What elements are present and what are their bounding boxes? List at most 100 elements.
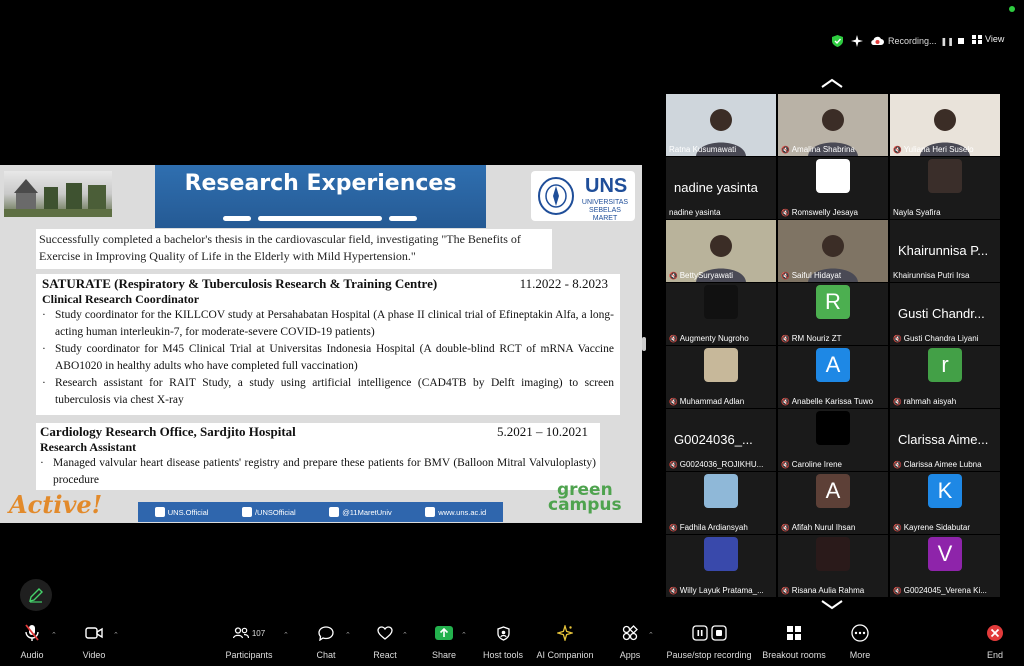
participant-tile[interactable]: 🔇 Augmenty Nugroho	[666, 283, 776, 345]
participant-name: 🔇 Caroline Irene	[781, 460, 842, 469]
participant-tile[interactable]: 🔇 Saiful Hidayat	[778, 220, 888, 282]
participant-tile[interactable]: 🔇 Risana Aulia Rahma	[778, 535, 888, 597]
participant-tile[interactable]: Nayla Syafira	[890, 157, 1000, 219]
participant-tile[interactable]: Ratna Kusumawati	[666, 94, 776, 156]
participant-tile[interactable]: 🔇 Muhammad Adlan	[666, 346, 776, 408]
participant-tile[interactable]: V 🔇 G0024045_Verena Ki...	[890, 535, 1000, 597]
participant-tile[interactable]: r 🔇 rahmah aisyah	[890, 346, 1000, 408]
shield-icon[interactable]	[832, 35, 843, 47]
mic-muted-icon: 🔇	[669, 398, 678, 406]
uns-logo-text: UNS	[585, 175, 628, 197]
campus-photo	[4, 171, 112, 217]
react-options-caret[interactable]: ⌃	[402, 631, 408, 639]
mic-muted-icon: 🔇	[893, 524, 902, 532]
participant-name: 🔇 rahmah aisyah	[893, 397, 957, 406]
end-meeting-button[interactable]: End	[982, 622, 1008, 666]
share-label: Share	[431, 650, 457, 660]
participant-tile[interactable]: K 🔇 Kayrene Sidabutar	[890, 472, 1000, 534]
split-view-handle[interactable]	[642, 337, 646, 351]
participant-tile[interactable]: R 🔇 RM Nouriz ZT	[778, 283, 888, 345]
participant-tile[interactable]: nadine yasinta nadine yasinta	[666, 157, 776, 219]
participant-avatar	[816, 537, 850, 571]
close-icon	[987, 625, 1003, 641]
participant-tile[interactable]: A 🔇 Anabelle Karissa Tuwo	[778, 346, 888, 408]
mic-muted-icon: 🔇	[669, 461, 678, 469]
participant-name: 🔇 Yuliana Heri Suselo	[893, 145, 974, 154]
video-options-caret[interactable]: ⌃	[113, 631, 119, 639]
audio-options-caret[interactable]: ⌃	[51, 631, 57, 639]
annotate-button[interactable]	[20, 579, 52, 611]
apps-label: Apps	[619, 650, 641, 660]
participant-name: Khairunnisa Putri Irsa	[893, 271, 970, 280]
participant-avatar	[816, 411, 850, 445]
ai-companion-button[interactable]: AI Companion	[535, 622, 595, 666]
stop-recording-icon[interactable]	[957, 38, 964, 44]
twitter-icon	[329, 507, 340, 517]
participant-tile[interactable]: 🔇 Amalina Shabrina	[778, 94, 888, 156]
video-button[interactable]: Video	[80, 622, 108, 666]
mic-muted-icon: 🔇	[893, 398, 902, 406]
participant-name: 🔇 Saiful Hidayat	[781, 271, 842, 280]
chat-button[interactable]: Chat	[312, 622, 340, 666]
slide-title: Research Experiences	[184, 171, 457, 196]
react-label: React	[373, 650, 397, 660]
chat-options-caret[interactable]: ⌃	[345, 631, 351, 639]
experience-header: Cardiology Research Office, Sardjito Hos…	[40, 424, 596, 440]
experience-bullet: · Research assistant for RAIT Study, a st…	[42, 377, 614, 406]
intro-text: Successfully completed a bachelor's thes…	[39, 232, 521, 263]
chevron-up-icon[interactable]	[820, 78, 844, 88]
chat-icon	[318, 625, 334, 641]
participant-avatar	[704, 474, 738, 508]
react-button[interactable]: React	[371, 622, 399, 666]
experience-bullet: · Managed valvular heart disease patients…	[40, 457, 596, 486]
participant-tile[interactable]: Clarissa Aime... 🔇 Clarissa Aimee Lubna	[890, 409, 1000, 471]
participant-tile[interactable]: 🔇 Caroline Irene	[778, 409, 888, 471]
view-button[interactable]: View	[972, 34, 1004, 44]
participant-name: 🔇 RM Nouriz ZT	[781, 334, 842, 343]
experience-role: Research Assistant	[40, 440, 137, 454]
participant-tile[interactable]: A 🔇 Afifah Nurul Ihsan	[778, 472, 888, 534]
mic-muted-icon: 🔇	[893, 587, 902, 595]
mic-muted-icon: 🔇	[781, 461, 790, 469]
cloud-record-icon	[871, 36, 884, 46]
share-button[interactable]: Share	[430, 622, 458, 666]
experience-card-cardiology: Cardiology Research Office, Sardjito Hos…	[36, 423, 600, 490]
apps-options-caret[interactable]: ⌃	[648, 631, 654, 639]
participant-tile[interactable]: 🔇 Willy Layuk Pratama_...	[666, 535, 776, 597]
experience-org: Cardiology Research Office, Sardjito Hos…	[40, 424, 296, 439]
active-logo: Active!	[9, 490, 103, 519]
chevron-down-icon[interactable]	[820, 600, 844, 610]
more-button[interactable]: More	[846, 622, 874, 666]
mic-muted-icon: 🔇	[781, 146, 790, 154]
participant-tile[interactable]: 🔇 BettySuryawati	[666, 220, 776, 282]
experience-role: Clinical Research Coordinator	[42, 292, 200, 306]
mic-muted-icon: 🔇	[781, 209, 790, 217]
website-link: www.uns.ac.id	[425, 507, 486, 517]
meeting-status-bar: Recording... ❚❚	[832, 35, 964, 47]
audio-label: Audio	[20, 650, 44, 660]
participant-display-name: nadine yasinta	[674, 180, 758, 195]
view-label: View	[985, 34, 1005, 44]
participant-tile[interactable]: 🔇 Fadhila Ardiansyah	[666, 472, 776, 534]
participant-tile[interactable]: 🔇 Romswelly Jesaya	[778, 157, 888, 219]
participant-tile[interactable]: Gusti Chandr... 🔇 Gusti Chandra Liyani	[890, 283, 1000, 345]
audio-button[interactable]: Audio	[18, 622, 46, 666]
participant-avatar: A	[816, 348, 850, 382]
participants-options-caret[interactable]: ⌃	[283, 631, 289, 639]
university-seal-icon	[538, 177, 574, 215]
pause-stop-recording-button[interactable]: Pause/stop recording	[665, 622, 753, 666]
host-tools-button[interactable]: Host tools	[480, 622, 526, 666]
participant-tile[interactable]: 🔇 Yuliana Heri Suselo	[890, 94, 1000, 156]
participant-name: 🔇 Anabelle Karissa Tuwo	[781, 397, 874, 406]
share-options-caret[interactable]: ⌃	[461, 631, 467, 639]
breakout-rooms-button[interactable]: Breakout rooms	[762, 622, 826, 666]
pause-recording-icon[interactable]: ❚❚	[941, 37, 954, 46]
uns-logo-subtitle: UNIVERSITAS SEBELAS MARET	[581, 199, 629, 222]
window-titlebar	[0, 0, 1024, 26]
participants-button[interactable]: 107 Participants	[222, 622, 276, 666]
recording-indicator[interactable]: Recording... ❚❚	[871, 36, 964, 46]
sparkle-icon[interactable]	[851, 35, 863, 47]
participant-tile[interactable]: Khairunnisa P... Khairunnisa Putri Irsa	[890, 220, 1000, 282]
apps-button[interactable]: Apps	[616, 622, 644, 666]
participant-tile[interactable]: G0024036_... 🔇 G0024036_ROJIKHU...	[666, 409, 776, 471]
